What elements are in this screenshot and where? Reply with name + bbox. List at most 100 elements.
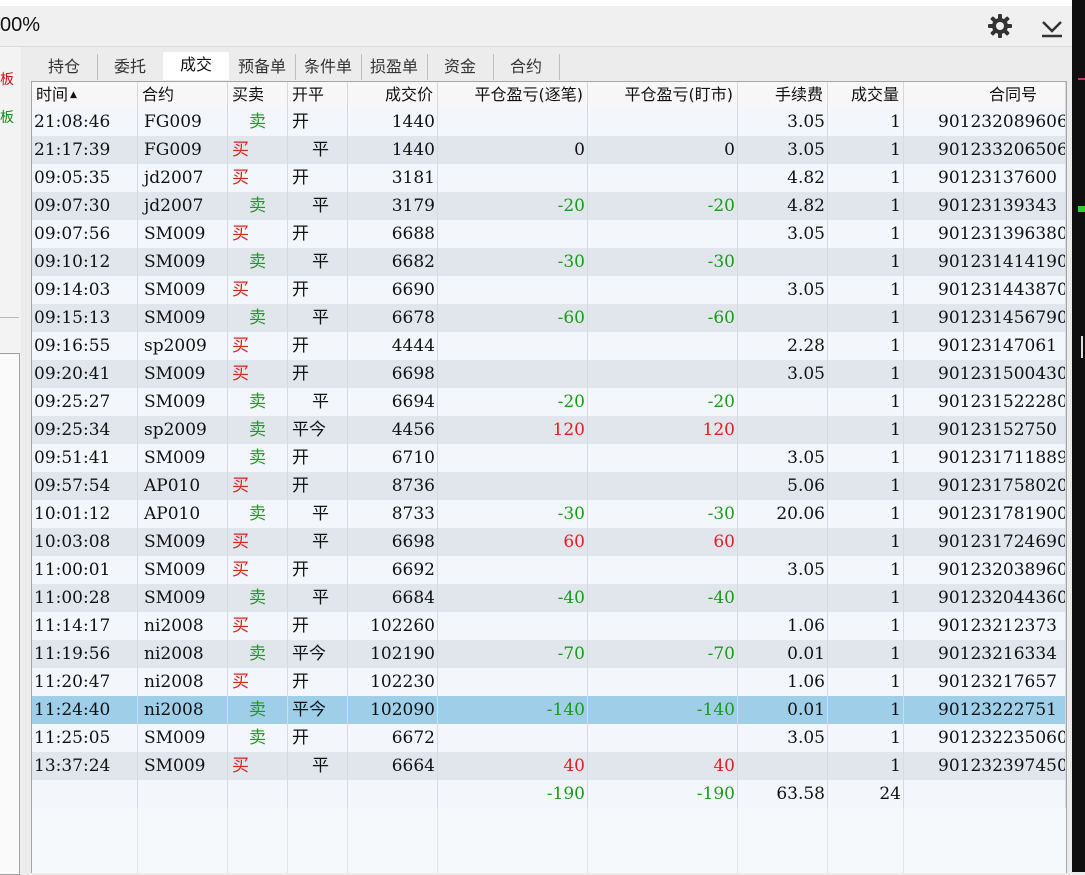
header-col-pnl-per-trade[interactable]: 平仓盈亏(逐笔) <box>438 82 588 108</box>
tab-orders[interactable]: 委托 <box>97 54 164 80</box>
header-col-side[interactable]: 买卖 <box>228 82 288 108</box>
cell-pnl-mark-to-market: 60 <box>588 528 738 556</box>
cell-contract: SM009 <box>138 528 228 556</box>
cell-order-id: 90123137600 <box>904 164 1066 192</box>
gear-icon[interactable] <box>986 12 1014 40</box>
tab-contracts[interactable]: 合约 <box>493 54 560 80</box>
cell-quantity: 1 <box>828 136 904 164</box>
cell-contract: SM009 <box>138 556 228 584</box>
cell-contract: ni2008 <box>138 668 228 696</box>
side-label[interactable]: 板 <box>0 107 14 127</box>
cell-quantity: 1 <box>828 612 904 640</box>
table-row[interactable]: 10:01:12 AP010 卖平 8733 -30 -30 20.06 1 901231781… <box>32 500 1066 528</box>
table-row[interactable]: 11:19:56 ni2008 卖平今 102190 -70 -70 0.01 1 901232… <box>32 640 1066 668</box>
tab-trades[interactable]: 成交 <box>163 52 229 80</box>
cell-pnl-per-trade: -40 <box>438 584 588 612</box>
table-row[interactable]: 09:07:56SM009买开6688 3.051901231396380606 <box>32 220 1066 248</box>
cell-pnl-per-trade <box>438 164 588 192</box>
tab-prepared-orders[interactable]: 预备单 <box>229 54 296 80</box>
cell-side: 卖 <box>228 696 288 724</box>
tab-stop-orders[interactable]: 损盈单 <box>361 54 428 80</box>
table-row[interactable]: 09:05:35 jd2007 买开 3181 4.82 1 90123137600 <box>32 164 1066 192</box>
table-row[interactable]: 09:16:55 sp2009 买开 4444 2.28 1 90123147061 <box>32 332 1066 360</box>
cell-open-close: 开 <box>288 220 348 248</box>
column-gridline <box>437 808 438 873</box>
table-row[interactable]: 11:14:17 ni2008 买开 102260 1.06 1 90123212373 <box>32 612 1066 640</box>
table-row[interactable]: 11:20:47 ni2008 买开 102230 1.06 1 90123217657 <box>32 668 1066 696</box>
cell-contract: SM009 <box>138 248 228 276</box>
cell-pnl-mark-to-market: -40 <box>588 584 738 612</box>
table-row[interactable]: 09:57:54AP010买开8736 5.061901231758020606 <box>32 472 1066 500</box>
table-row[interactable]: 21:17:39FG009买平1440003.05190123320650606… <box>32 136 1066 164</box>
cell-pnl-mark-to-market: 120 <box>588 416 738 444</box>
cell-fee <box>738 304 828 332</box>
cell-pnl-per-trade <box>438 724 588 752</box>
cell-quantity: 1 <box>828 360 904 388</box>
cell-price: 6672 <box>348 724 438 752</box>
cell-side: 买 <box>228 276 288 304</box>
cell-open-close: 开 <box>288 360 348 388</box>
table-row[interactable]: 09:07:30 jd2007 卖平 3179 -20 -20 4.82 1 901231393… <box>32 192 1066 220</box>
table-row[interactable]: 09:51:41SM009卖开6710 3.051901231711889060 <box>32 444 1066 472</box>
tab-positions[interactable]: 持仓 <box>31 54 98 80</box>
cell-side: 卖 <box>228 416 288 444</box>
column-gridline <box>227 808 228 873</box>
cell-quantity: 1 <box>828 696 904 724</box>
table-row[interactable]: 21:08:46FG009卖开1440 3.051901232089606060 <box>32 108 1066 136</box>
cell-pnl-per-trade: 60 <box>438 528 588 556</box>
table-row-totals[interactable]: -190 -190 63.58 24 <box>32 780 1066 808</box>
cell-contract: SM009 <box>138 752 228 780</box>
cell-pnl-per-trade: -60 <box>438 304 588 332</box>
cell-price: 102090 <box>348 696 438 724</box>
tab-funds[interactable]: 资金 <box>427 54 494 80</box>
table-row[interactable]: 11:25:05SM009卖开6672 3.051901232235060606 <box>32 724 1066 752</box>
cell-side: 买 <box>228 472 288 500</box>
table-row[interactable]: 11:00:01SM009买开6692 3.051901232038960606 <box>32 556 1066 584</box>
cell-time: 21:17:39 <box>32 136 138 164</box>
cell-fee <box>738 248 828 276</box>
cell-open-close: 平 <box>288 388 348 416</box>
table-row-selected[interactable]: 11:24:40 ni2008 卖平今 102090 -140 -140 0.01 1 9012… <box>32 696 1066 724</box>
header-col-contract[interactable]: 合约 <box>138 82 228 108</box>
cell-open-close: 平 <box>288 528 348 556</box>
table-row[interactable]: 09:14:03SM009买开6690 3.051901231443870606 <box>32 276 1066 304</box>
cell-contract: sp2009 <box>138 332 228 360</box>
cell-contract: AP010 <box>138 500 228 528</box>
minimize-icon[interactable] <box>1038 12 1066 40</box>
cell-quantity: 1 <box>828 584 904 612</box>
table-row[interactable]: 13:37:24SM009买平666440401901232397450606 <box>32 752 1066 780</box>
table-row[interactable]: 09:20:41SM009买开6698 3.051901231500430606 <box>32 360 1066 388</box>
table-row[interactable]: 09:15:13SM009卖平6678-60-60190123145679060… <box>32 304 1066 332</box>
header-col-time[interactable]: 时间 ▲ <box>32 82 138 108</box>
table-row[interactable]: 10:03:08SM009买平669860601901231724690606 <box>32 528 1066 556</box>
side-label[interactable]: 板 <box>0 69 14 89</box>
header-col-pnl-mark-to-market[interactable]: 平仓盈亏(盯市) <box>588 82 738 108</box>
cell-open-close: 开 <box>288 164 348 192</box>
cell-pnl-per-trade <box>438 332 588 360</box>
cell-pnl-per-trade <box>438 472 588 500</box>
cell-price: 6710 <box>348 444 438 472</box>
cell-side: 买 <box>228 528 288 556</box>
header-col-open-close[interactable]: 开平 <box>288 82 348 108</box>
table-row[interactable]: 09:25:27SM009卖平6694-20-20190123152228060… <box>32 388 1066 416</box>
cell-order-id: 90123216334 <box>904 640 1066 668</box>
cell-pnl-per-trade: -140 <box>438 696 588 724</box>
cell-open-close: 平 <box>288 752 348 780</box>
tab-conditional-orders[interactable]: 条件单 <box>295 54 362 80</box>
header-col-fee[interactable]: 手续费 <box>738 82 828 108</box>
table-row[interactable]: 09:25:34 sp2009 卖平今 4456 120 120 1 90123152750 <box>32 416 1066 444</box>
cell-order-id: 901231711889060 <box>904 444 1066 472</box>
cell-time: 09:25:34 <box>32 416 138 444</box>
cell-contract: sp2009 <box>138 416 228 444</box>
cell-price: 102190 <box>348 640 438 668</box>
cell-price: 6664 <box>348 752 438 780</box>
cell-open-close: 平今 <box>288 640 348 668</box>
cell-contract: SM009 <box>138 304 228 332</box>
table-row[interactable]: 11:00:28SM009卖平6684-40-40190123204436060… <box>32 584 1066 612</box>
cell-pnl-mark-to-market: 40 <box>588 752 738 780</box>
cell-side: 买 <box>228 136 288 164</box>
header-col-price[interactable]: 成交价 <box>348 82 438 108</box>
header-col-quantity[interactable]: 成交量 <box>828 82 904 108</box>
header-col-order-id[interactable]: 合同号 <box>904 82 1066 108</box>
table-row[interactable]: 09:10:12SM009卖平6682-30-30190123141419060… <box>32 248 1066 276</box>
